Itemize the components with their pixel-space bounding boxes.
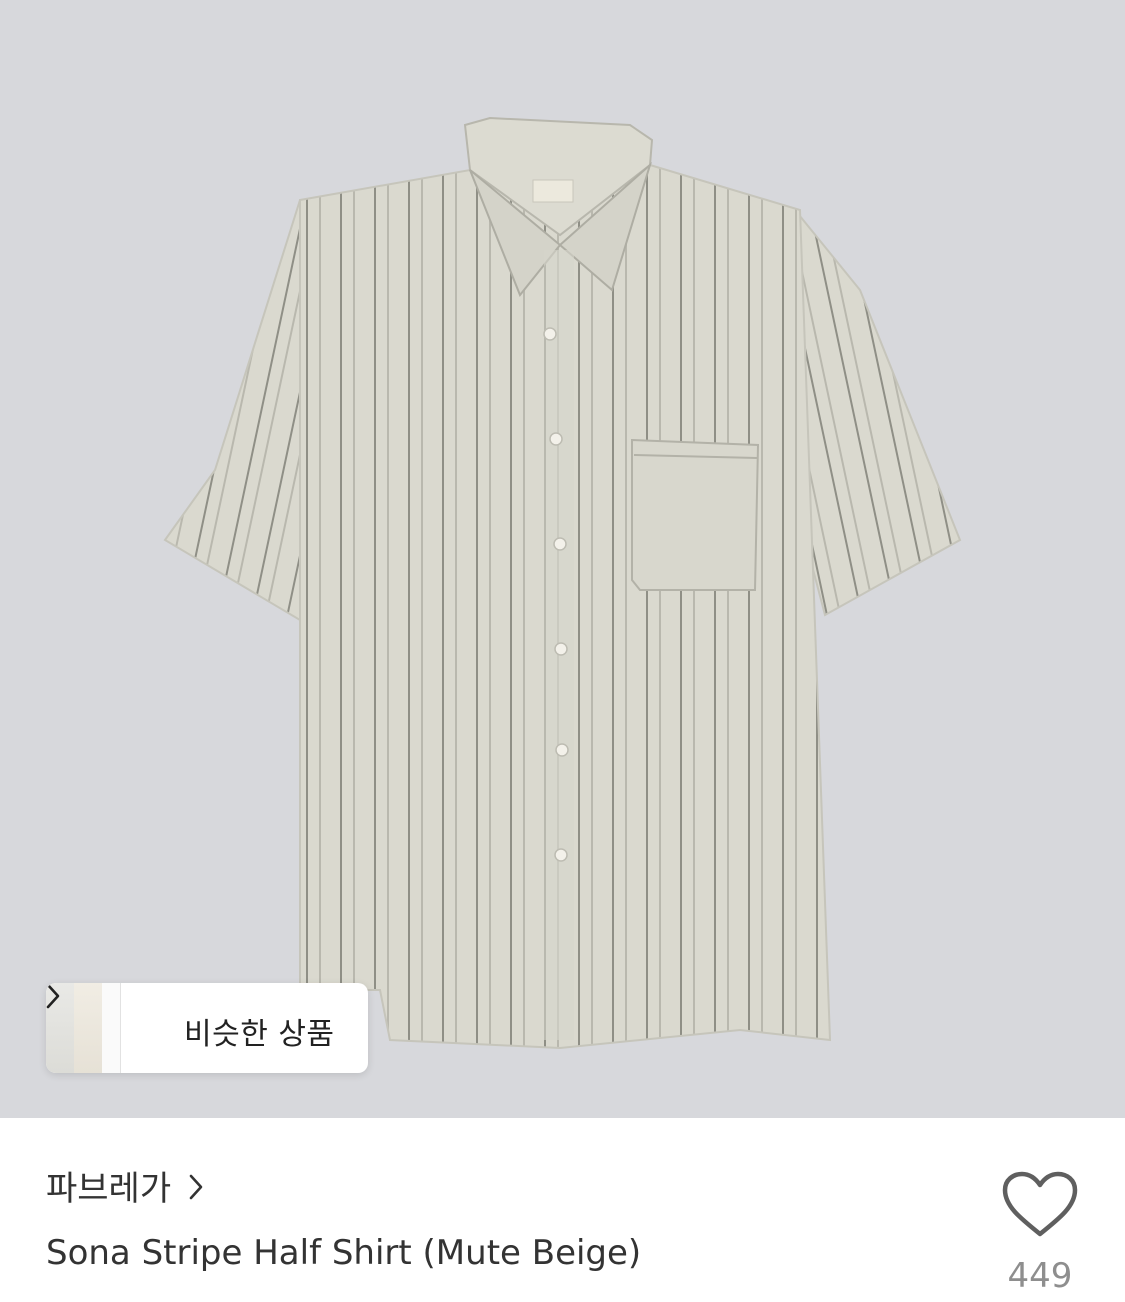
brand-link[interactable]: 파브레가 xyxy=(46,1163,203,1209)
heart-outline-icon xyxy=(1002,1171,1078,1237)
like-count: 449 xyxy=(1007,1256,1073,1296)
like-button[interactable]: 449 xyxy=(990,1170,1090,1296)
similar-thumbnail xyxy=(102,983,121,1073)
similar-thumbnail xyxy=(74,983,103,1073)
similar-products-label: 비슷한 상품 xyxy=(184,1017,335,1052)
brand-name: 파브레가 xyxy=(46,1168,172,1209)
shirt-illustration xyxy=(163,116,962,1050)
chevron-right-icon xyxy=(189,1174,203,1200)
product-image[interactable]: 비슷한 상품 xyxy=(0,0,1125,1118)
product-title: Sona Stripe Half Shirt (Mute Beige) xyxy=(46,1233,642,1273)
similar-products-button[interactable]: 비슷한 상품 xyxy=(46,983,368,1073)
chevron-right-icon xyxy=(46,983,60,1009)
